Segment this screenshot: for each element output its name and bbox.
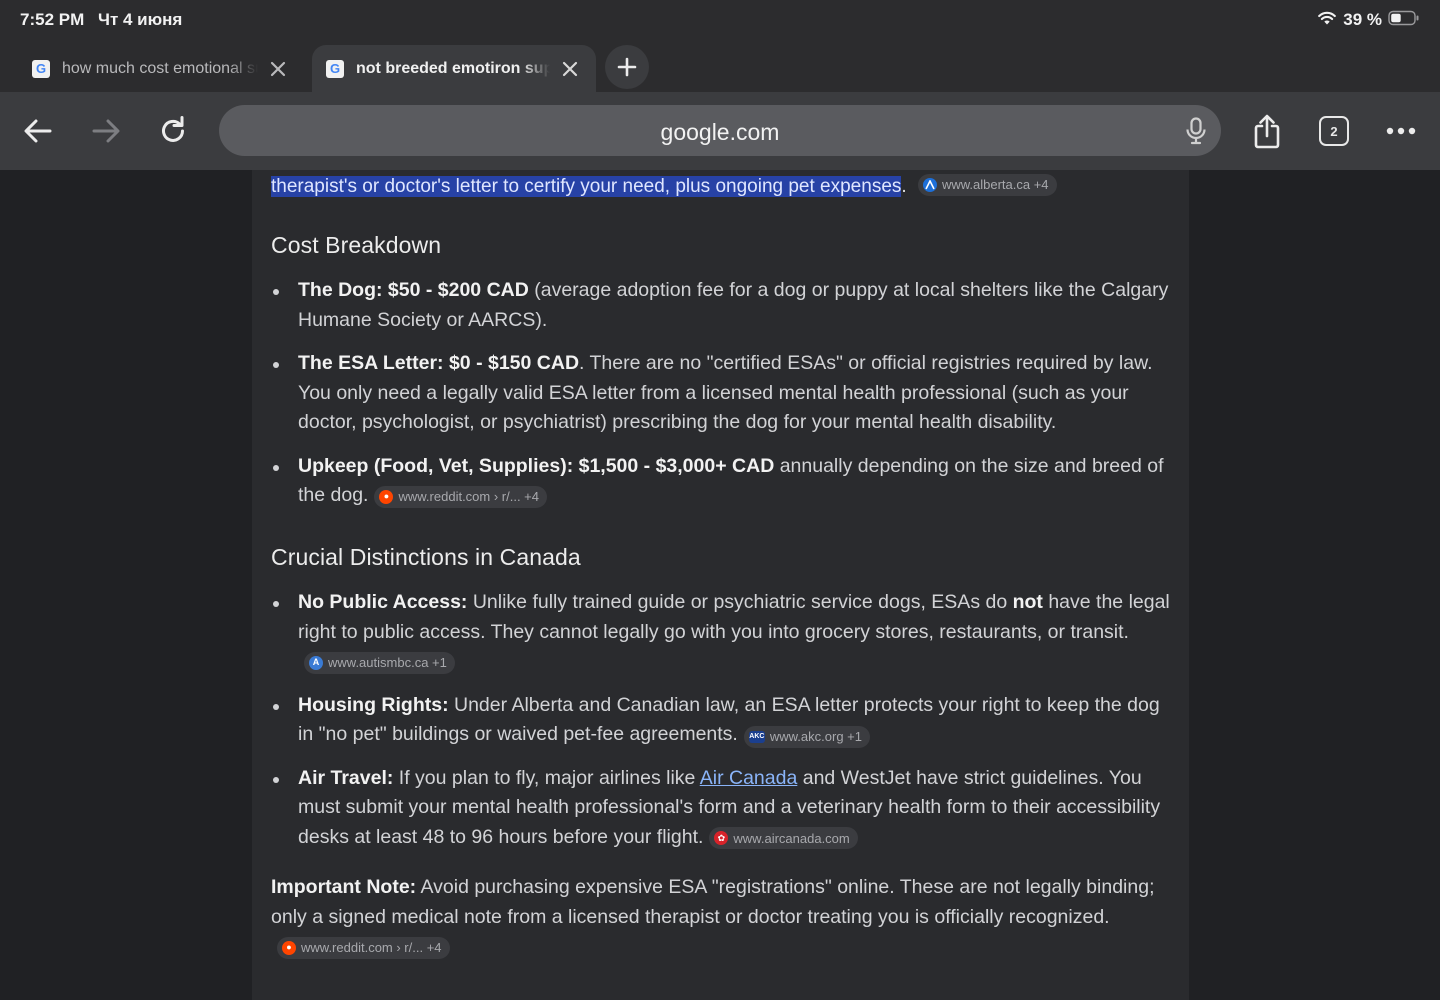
wifi-icon bbox=[1317, 10, 1337, 31]
voice-search-button[interactable] bbox=[1181, 116, 1211, 146]
autismbc-source-icon: A bbox=[309, 655, 323, 670]
source-chip-label: www.alberta.ca +4 bbox=[941, 177, 1049, 192]
alberta-source-icon bbox=[922, 178, 937, 192]
item-label: Housing Rights: bbox=[298, 693, 449, 716]
distinctions-heading: Crucial Distinctions in Canada bbox=[271, 544, 581, 570]
list-item: Housing Rights: Under Alberta and Canadi… bbox=[271, 691, 1171, 750]
reload-button[interactable] bbox=[153, 111, 193, 151]
list-item: The Dog: $50 - $200 CAD (average adoptio… bbox=[271, 276, 1171, 335]
close-icon[interactable] bbox=[266, 57, 290, 81]
item-text: If you plan to fly, major airlines like bbox=[393, 766, 700, 789]
list-item: The ESA Letter: $0 - $150 CAD. There are… bbox=[271, 349, 1171, 438]
list-item: No Public Access: Unlike fully trained g… bbox=[271, 588, 1171, 677]
source-chip[interactable]: Awww.autismbc.ca +1 bbox=[304, 651, 455, 674]
arrow-left-icon bbox=[24, 119, 52, 143]
source-chip[interactable]: ● www.reddit.com › r/... +4 bbox=[374, 485, 547, 508]
arrow-right-icon bbox=[92, 119, 120, 143]
source-chip[interactable]: www.alberta.ca +4 bbox=[917, 174, 1057, 196]
browser-toolbar: google.com 2 bbox=[0, 92, 1440, 170]
close-icon[interactable] bbox=[558, 57, 582, 81]
battery-percentage: 39 % bbox=[1343, 10, 1382, 29]
ai-overview-content: therapist's or doctor's letter to certif… bbox=[252, 170, 1189, 1000]
selected-text[interactable]: therapist's or doctor's letter to certif… bbox=[271, 176, 902, 197]
battery-icon bbox=[1388, 10, 1420, 31]
tab-switcher-button[interactable]: 2 bbox=[1314, 111, 1354, 151]
source-chip-label: www.autismbc.ca +1 bbox=[328, 655, 447, 670]
url-text: google.com bbox=[660, 119, 780, 145]
tab-2[interactable]: G not breeded emotiron support dog Alber… bbox=[312, 45, 596, 92]
reddit-source-icon: ● bbox=[379, 489, 394, 504]
source-chip-label: www.reddit.com › r/... +4 bbox=[301, 940, 442, 955]
source-chip-label: www.reddit.com › r/... +4 bbox=[398, 489, 539, 504]
item-label: The ESA Letter: $0 - $150 CAD bbox=[298, 352, 580, 374]
share-button[interactable] bbox=[1247, 111, 1287, 151]
forward-button[interactable] bbox=[86, 111, 126, 151]
cost-list: The Dog: $50 - $200 CAD (average adoptio… bbox=[271, 276, 1171, 525]
item-label: No Public Access: bbox=[298, 591, 468, 613]
more-menu-button[interactable] bbox=[1381, 111, 1421, 151]
google-favicon-icon: G bbox=[32, 59, 50, 78]
source-chip-label: www.aircanada.com bbox=[733, 830, 850, 846]
important-note: Important Note: Avoid purchasing expensi… bbox=[271, 873, 1171, 962]
note-label: Important Note: bbox=[271, 876, 417, 898]
tab-title: how much cost emotional support dog in A… bbox=[62, 59, 258, 77]
air-canada-link[interactable]: Air Canada bbox=[700, 767, 798, 789]
new-tab-button[interactable] bbox=[605, 45, 649, 89]
distinctions-list: No Public Access: Unlike fully trained g… bbox=[271, 588, 1171, 866]
tab-1[interactable]: G how much cost emotional support dog in… bbox=[18, 45, 310, 92]
source-chip[interactable]: AKC www.akc.org +1 bbox=[743, 725, 870, 748]
akc-source-icon: AKC bbox=[748, 730, 765, 743]
list-item: Upkeep (Food, Vet, Supplies): $1,500 - $… bbox=[271, 452, 1171, 511]
status-bar: 7:52 PM Чт 4 июня 39 % bbox=[0, 0, 1440, 40]
address-bar[interactable]: google.com bbox=[219, 105, 1221, 156]
more-icon bbox=[1386, 127, 1416, 135]
status-time: 7:52 PM bbox=[20, 10, 85, 29]
status-date: Чт 4 июня bbox=[98, 10, 183, 29]
reddit-source-icon: ● bbox=[282, 940, 296, 955]
item-label: Upkeep (Food, Vet, Supplies): $1,500 - $… bbox=[298, 454, 775, 477]
share-icon bbox=[1254, 114, 1280, 149]
source-chip[interactable]: ✿ www.aircanada.com bbox=[709, 827, 858, 850]
tab-switcher-icon: 2 bbox=[1319, 116, 1349, 146]
cost-breakdown-heading: Cost Breakdown bbox=[271, 232, 442, 258]
item-text: Unlike fully trained guide or psychiatri… bbox=[467, 591, 1013, 613]
reload-icon bbox=[162, 116, 184, 142]
highlighted-sentence: therapist's or doctor's letter to certif… bbox=[271, 173, 1057, 201]
aircanada-source-icon: ✿ bbox=[714, 831, 729, 846]
list-item: Air Travel: If you plan to fly, major ai… bbox=[271, 764, 1171, 853]
plus-icon bbox=[617, 57, 637, 77]
google-favicon-icon: G bbox=[326, 59, 344, 78]
back-button[interactable] bbox=[18, 111, 58, 151]
status-indicators: 39 % bbox=[1317, 8, 1420, 32]
microphone-icon bbox=[1186, 117, 1206, 145]
tab-strip: G how much cost emotional support dog in… bbox=[0, 40, 1440, 92]
item-label: The Dog: $50 - $200 CAD bbox=[298, 279, 529, 301]
item-label: Air Travel: bbox=[298, 766, 394, 789]
sentence-end: . bbox=[901, 176, 907, 197]
source-chip[interactable]: ● www.reddit.com › r/... +4 bbox=[277, 936, 450, 959]
source-chip-label: www.akc.org +1 bbox=[769, 729, 862, 744]
emphasis-text: not bbox=[1012, 591, 1043, 613]
tab-title: not breeded emotiron support dog Alberta bbox=[356, 59, 551, 77]
